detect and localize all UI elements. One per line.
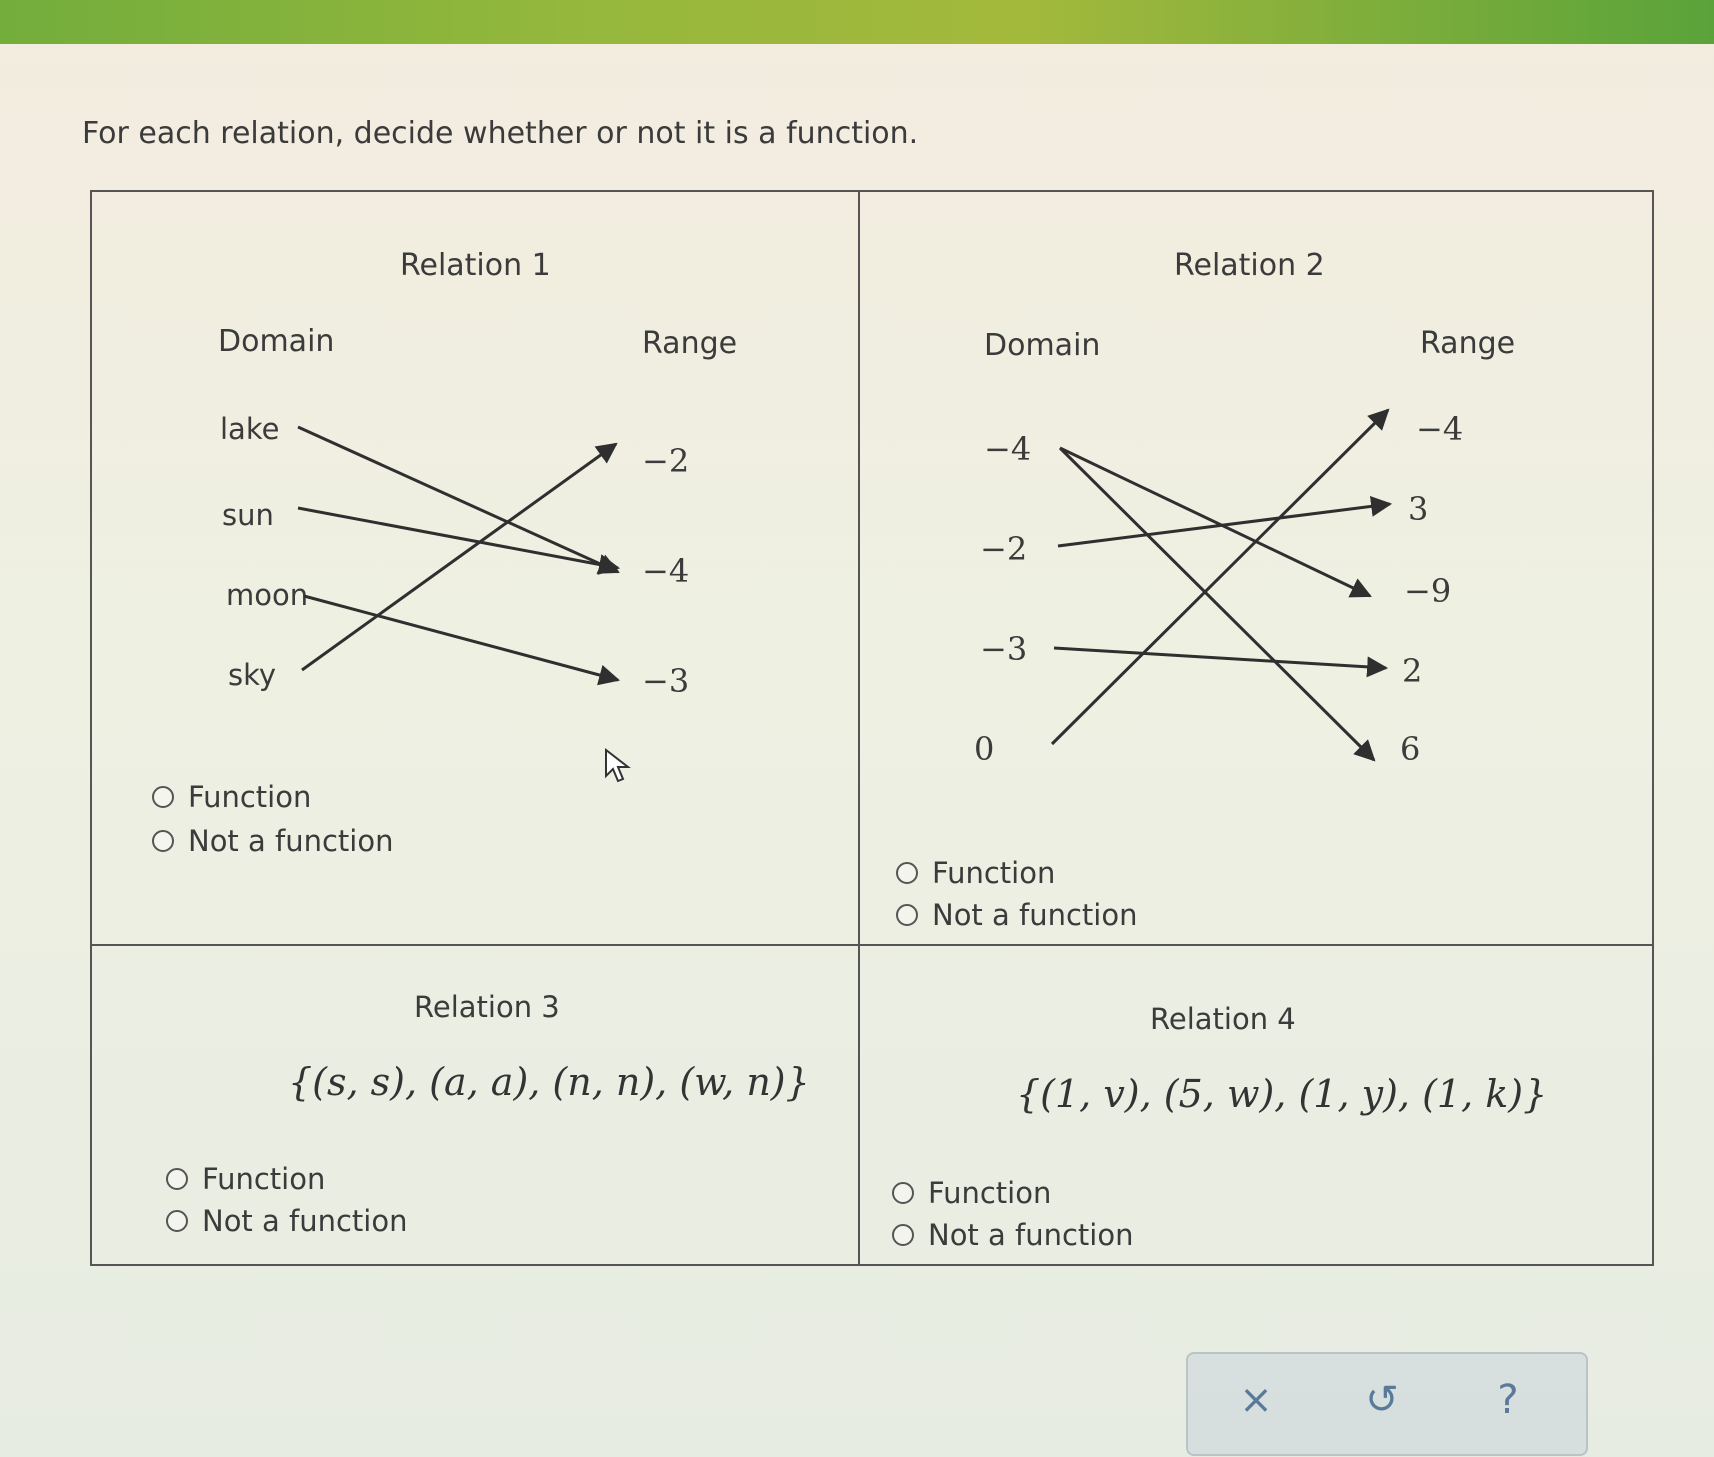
clear-button[interactable]: ×	[1226, 1370, 1286, 1430]
relation-3-title: Relation 3	[414, 990, 560, 1024]
relation-2-arrow	[1059, 446, 1372, 598]
relation-2-arrow	[1053, 646, 1389, 678]
option-label: Function	[932, 856, 1056, 890]
relation-2-not-function-option[interactable]: Not a function	[896, 898, 1137, 932]
relation-4-set: {(1, v), (5, w), (1, y), (1, k)}	[1016, 1072, 1548, 1116]
relation-4-not-function-option[interactable]: Not a function	[892, 1218, 1133, 1252]
help-icon: ?	[1497, 1377, 1519, 1423]
option-label: Not a function	[932, 898, 1138, 932]
undo-button[interactable]: ↺	[1352, 1370, 1412, 1430]
help-button[interactable]: ?	[1478, 1370, 1538, 1430]
radio-icon[interactable]	[892, 1224, 914, 1246]
option-label: Not a function	[202, 1204, 408, 1238]
relation-3-set: {(s, s), (a, a), (n, n), (w, n)}	[288, 1060, 810, 1104]
relation-2-arrow	[1057, 495, 1393, 548]
relation-2-function-option[interactable]: Function	[896, 856, 1055, 890]
relation-3-not-function-option[interactable]: Not a function	[166, 1204, 407, 1238]
radio-icon[interactable]	[166, 1210, 188, 1232]
option-label: Not a function	[928, 1218, 1134, 1252]
radio-icon[interactable]	[896, 862, 918, 884]
option-label: Function	[202, 1162, 326, 1196]
radio-icon[interactable]	[896, 904, 918, 926]
relation-2-arrow	[1050, 408, 1390, 746]
relation-4-title: Relation 4	[1150, 1002, 1296, 1036]
radio-icon[interactable]	[166, 1168, 188, 1190]
relation-2-arrow	[1058, 446, 1376, 762]
option-label: Function	[928, 1176, 1052, 1210]
radio-icon[interactable]	[892, 1182, 914, 1204]
relation-4-function-option[interactable]: Function	[892, 1176, 1051, 1210]
close-icon: ×	[1239, 1377, 1273, 1423]
relation-2-mapping-arrows	[1050, 408, 1393, 762]
mouse-cursor-icon	[605, 748, 631, 783]
undo-icon: ↺	[1365, 1377, 1399, 1423]
relation-3-function-option[interactable]: Function	[166, 1162, 325, 1196]
